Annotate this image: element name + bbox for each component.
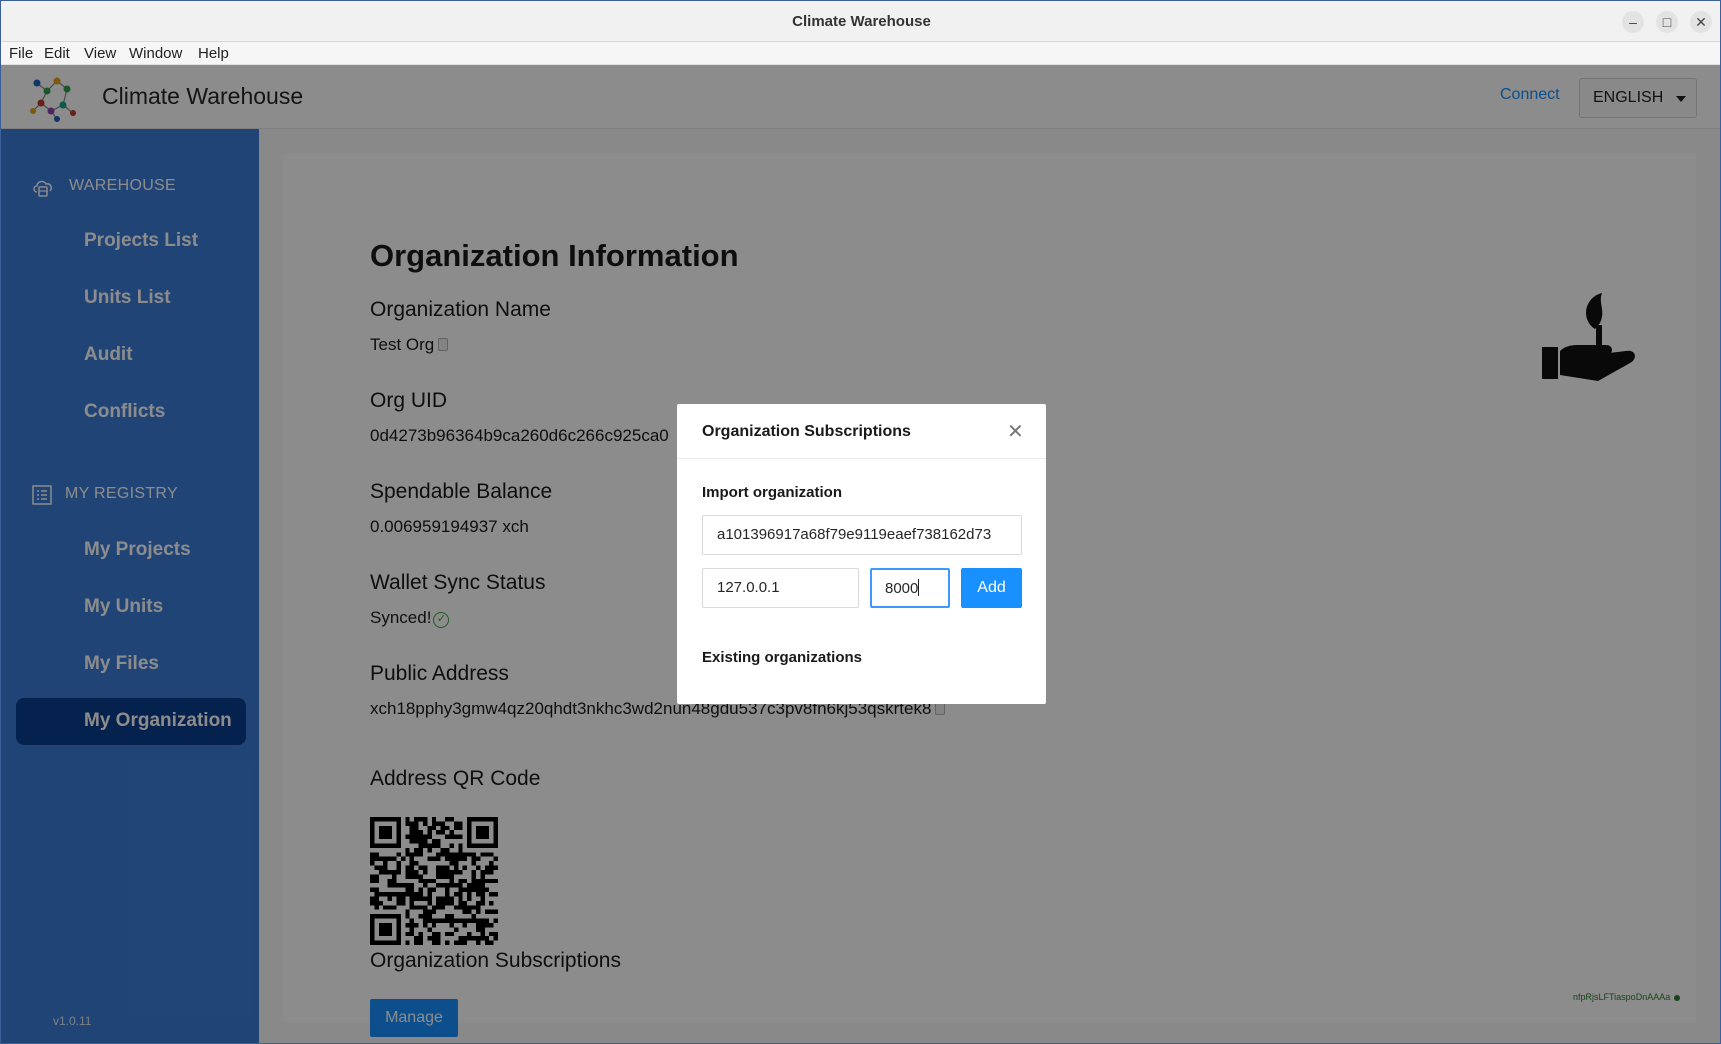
- menu-window[interactable]: Window: [129, 45, 182, 62]
- close-window-icon[interactable]: ✕: [1690, 11, 1712, 33]
- menu-bar: File Edit View Window Help: [1, 42, 1720, 65]
- modal-header: Organization Subscriptions ✕: [677, 404, 1046, 459]
- port-value: 8000: [885, 580, 919, 597]
- import-label: Import organization: [702, 484, 842, 501]
- close-icon[interactable]: ✕: [1007, 419, 1024, 444]
- ip-input[interactable]: 127.0.0.1: [702, 568, 859, 608]
- port-input[interactable]: 8000: [870, 568, 950, 608]
- org-id-input[interactable]: a101396917a68f79e9119eaef738162d73: [702, 515, 1022, 555]
- minimize-icon[interactable]: –: [1622, 11, 1644, 33]
- menu-file[interactable]: File: [9, 45, 33, 62]
- menu-help[interactable]: Help: [198, 45, 229, 62]
- maximize-icon[interactable]: □: [1656, 11, 1678, 33]
- add-button[interactable]: Add: [961, 568, 1022, 608]
- title-bar: Climate Warehouse – □ ✕: [1, 1, 1720, 42]
- subscriptions-modal: Organization Subscriptions ✕ Import orga…: [677, 404, 1046, 704]
- app-window: Climate Warehouse – □ ✕ File Edit View W…: [0, 0, 1721, 1044]
- window-title: Climate Warehouse: [792, 13, 931, 30]
- modal-title: Organization Subscriptions: [702, 423, 911, 440]
- existing-label: Existing organizations: [702, 649, 863, 666]
- menu-view[interactable]: View: [84, 45, 116, 62]
- menu-edit[interactable]: Edit: [44, 45, 70, 62]
